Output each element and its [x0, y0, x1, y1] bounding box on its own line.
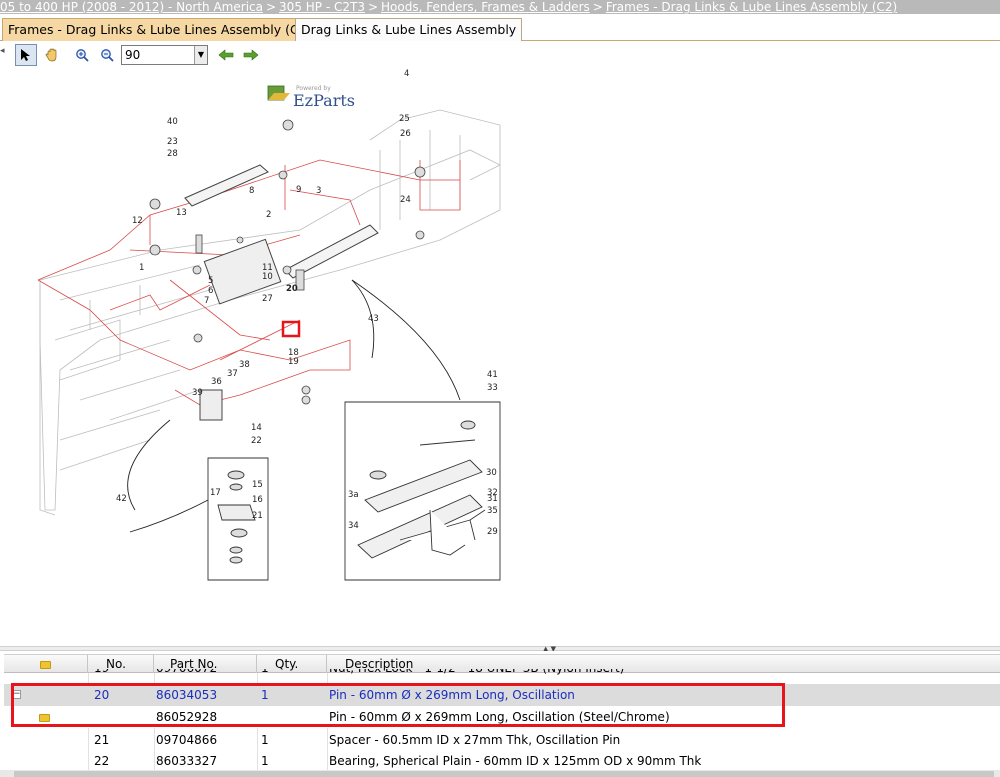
callout-41[interactable]: 41: [487, 370, 498, 380]
back-arrow-icon[interactable]: [215, 44, 237, 66]
callout-13[interactable]: 13: [176, 208, 187, 218]
diagram-toolbar: ◂ 90 ▼: [0, 42, 400, 68]
cell-part-no: 09704866: [156, 733, 218, 747]
callout-38[interactable]: 38: [239, 360, 250, 370]
callout-23[interactable]: 23: [167, 137, 178, 147]
table-row[interactable]: 21 09704866 1 Spacer - 60.5mm ID x 27mm …: [4, 729, 1000, 751]
callout-28[interactable]: 28: [167, 149, 178, 159]
callout-4[interactable]: 4: [404, 69, 409, 79]
cell-description: Spacer - 60.5mm ID x 27mm Thk, Oscillati…: [329, 733, 621, 747]
callout-36[interactable]: 36: [211, 377, 222, 387]
folder-icon: [39, 713, 50, 722]
callout-20[interactable]: 20: [286, 284, 298, 294]
cell-no: 22: [94, 754, 110, 768]
callout-25[interactable]: 25: [399, 114, 410, 124]
breadcrumb-link-model[interactable]: 05 to 400 HP (2008 - 2012) - North Ameri…: [0, 0, 263, 14]
horizontal-scrollbar[interactable]: [0, 770, 1000, 777]
select-arrow-icon[interactable]: [15, 44, 37, 66]
tab-frames-drag-links[interactable]: Frames - Drag Links & Lube Lines Assembl…: [2, 18, 318, 41]
collapse-icon[interactable]: −: [12, 690, 21, 699]
cell-description: Pin - 60mm Ø x 269mm Long, Oscillation: [329, 688, 575, 702]
callout-42[interactable]: 42: [116, 494, 127, 504]
chevron-down-icon[interactable]: ▼: [194, 46, 207, 64]
callout-14[interactable]: 14: [251, 423, 262, 433]
cell-qty: 1: [261, 669, 269, 678]
callout-7[interactable]: 7: [204, 296, 209, 306]
callout-10[interactable]: 10: [262, 272, 273, 282]
zoom-in-icon[interactable]: [71, 44, 93, 66]
cell-no: 20: [94, 688, 110, 702]
attachment-cell: [39, 706, 50, 728]
cell-qty: 1: [261, 754, 269, 768]
ezparts-brand: EzParts: [293, 91, 355, 110]
breadcrumb-link-section[interactable]: Hoods, Fenders, Frames & Ladders: [381, 0, 590, 14]
callout-19[interactable]: 19: [288, 357, 299, 367]
callout-29[interactable]: 29: [487, 527, 498, 537]
cell-description: Nut, Hex Lock - 1-1/2 - 18 UNEF 3B (Nylo…: [329, 669, 624, 678]
callout-33[interactable]: 33: [487, 383, 498, 393]
cell-part-no: 86033327: [156, 754, 218, 768]
callout-32[interactable]: 32: [487, 488, 498, 498]
callout-26[interactable]: 26: [400, 129, 411, 139]
breadcrumb-separator: >: [265, 0, 277, 14]
table-row-selected[interactable]: − 20 86034053 1 Pin - 60mm Ø x 269mm Lon…: [4, 684, 1000, 706]
collapse-handle-icon[interactable]: ◂: [0, 46, 6, 64]
breadcrumb: 05 to 400 HP (2008 - 2012) - North Ameri…: [0, 0, 1000, 14]
callout-35[interactable]: 35: [487, 506, 498, 516]
callout-21[interactable]: 21: [252, 511, 263, 521]
parts-diagram[interactable]: 1 2 3 4 5 6 7 8 9 10 11 12 13 14 15 16 17 18 19 20 21 22 23 24 2…: [0, 40, 1000, 646]
cell-no: 19: [94, 669, 109, 678]
table-row[interactable]: 22 86033327 1 Bearing, Spherical Plain -…: [4, 750, 1000, 772]
callout-24[interactable]: 24: [400, 195, 411, 205]
cell-description: Bearing, Spherical Plain - 60mm ID x 125…: [329, 754, 702, 768]
callout-34[interactable]: 34: [348, 521, 359, 531]
callout-22[interactable]: 22: [251, 436, 262, 446]
callout-27[interactable]: 27: [262, 294, 273, 304]
cell-no: 21: [94, 733, 110, 747]
callout-6[interactable]: 6: [208, 286, 213, 296]
callout-1[interactable]: 1: [139, 263, 144, 273]
exploded-view-drawing[interactable]: 12345678 91011121314151617181920212223242…: [0, 40, 1000, 646]
cell-part-no: 86052928: [156, 710, 218, 724]
parts-grid: No. Part No. Qty. Description 19 0970607…: [0, 651, 1000, 777]
callout-2[interactable]: 2: [266, 210, 271, 220]
cell-description: Pin - 60mm Ø x 269mm Long, Oscillation (…: [329, 710, 670, 724]
callout-37[interactable]: 37: [227, 369, 238, 379]
folder-icon: [40, 660, 51, 669]
callout-39[interactable]: 39: [192, 388, 203, 398]
breadcrumb-separator: >: [592, 0, 603, 14]
callout-40[interactable]: 40: [167, 117, 178, 127]
zoom-value[interactable]: 90: [122, 46, 194, 64]
table-row-subpart[interactable]: 86052928 Pin - 60mm Ø x 269mm Long, Osci…: [4, 706, 1000, 728]
tab-drag-links-assembly[interactable]: Drag Links & Lube Lines Assembly: [295, 18, 523, 41]
callout-3[interactable]: 3: [316, 186, 321, 196]
zoom-out-icon[interactable]: [96, 44, 118, 66]
breadcrumb-link-page[interactable]: Frames - Drag Links & Lube Lines Assembl…: [606, 0, 897, 14]
table-row[interactable]: 19 09706072 1 Nut, Hex Lock - 1-1/2 - 18…: [4, 669, 1000, 678]
breadcrumb-separator: >: [367, 0, 379, 14]
callout-11[interactable]: 11: [262, 263, 273, 273]
pan-hand-icon[interactable]: [41, 44, 63, 66]
callout-30[interactable]: 30: [486, 468, 497, 478]
forward-arrow-icon[interactable]: [240, 44, 262, 66]
callout-5[interactable]: 5: [208, 276, 213, 286]
callout-12[interactable]: 12: [132, 216, 143, 226]
scrollbar-thumb[interactable]: [14, 771, 994, 777]
cell-part-no: 86034053: [156, 688, 218, 702]
callout-9[interactable]: 9: [296, 185, 301, 195]
zoom-select[interactable]: 90 ▼: [121, 45, 208, 65]
cell-part-no: 09706072: [156, 669, 217, 678]
callout-16[interactable]: 16: [252, 495, 263, 505]
callout-3a[interactable]: 3a: [348, 490, 359, 500]
callout-43[interactable]: 43: [368, 314, 379, 324]
cell-qty: 1: [261, 688, 269, 702]
tab-bar: Frames - Drag Links & Lube Lines Assembl…: [0, 15, 1000, 41]
cell-qty: 1: [261, 733, 269, 747]
callout-17[interactable]: 17: [210, 488, 221, 498]
breadcrumb-link-variant[interactable]: 305 HP - C2T3: [279, 0, 365, 14]
callout-15[interactable]: 15: [252, 480, 263, 490]
callout-8[interactable]: 8: [249, 186, 254, 196]
